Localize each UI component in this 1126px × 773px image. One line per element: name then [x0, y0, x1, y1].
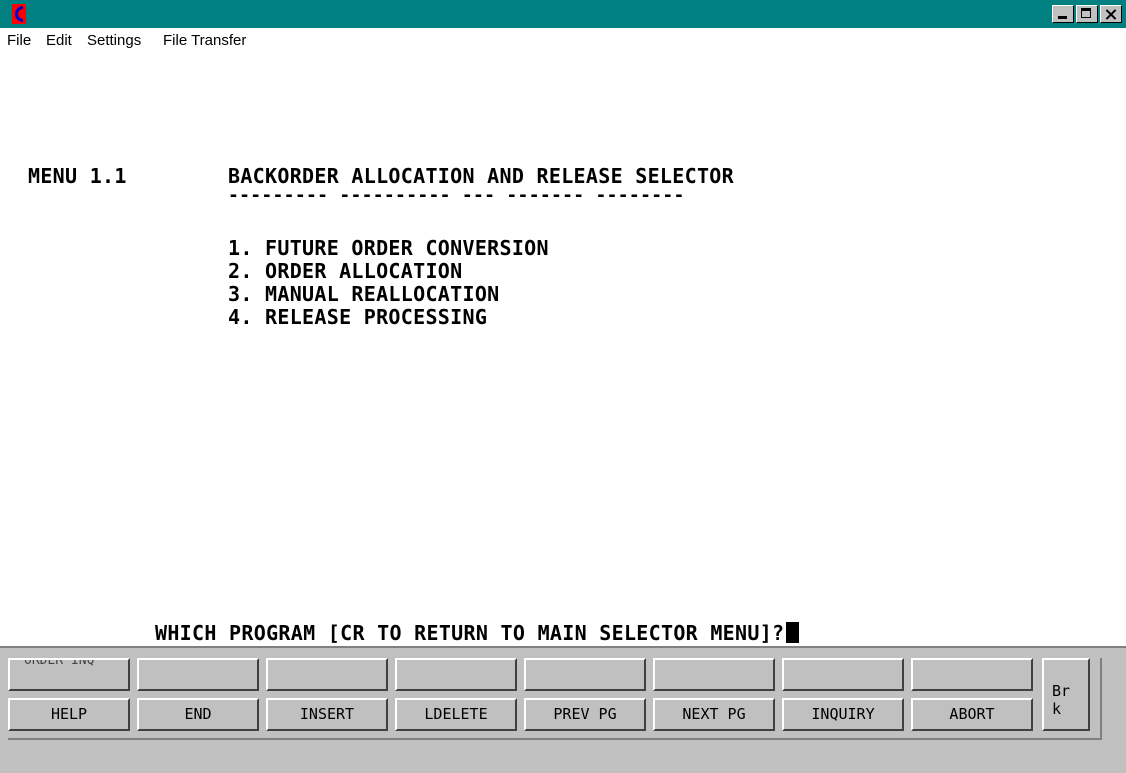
- fkey-blank-5[interactable]: [524, 658, 646, 691]
- menu-bar: File Edit Settings File Transfer: [0, 28, 1126, 62]
- fkey-help[interactable]: HELP: [8, 698, 130, 731]
- fkey-break[interactable]: Br k: [1042, 658, 1090, 731]
- menu-id: MENU 1.1: [28, 164, 127, 188]
- title-underline: --------- ---------- --- ------- -------…: [228, 185, 685, 206]
- menu-edit[interactable]: Edit: [46, 32, 72, 49]
- fkey-inquiry[interactable]: INQUIRY: [782, 698, 904, 731]
- app-icon: [12, 4, 26, 24]
- function-key-panel: ORDER INQ HELP END INSERT LDELETE PREV P…: [0, 646, 1126, 773]
- maximize-button[interactable]: [1076, 5, 1098, 23]
- fkey-order-inq-label: ORDER INQ: [24, 658, 95, 668]
- minimize-button[interactable]: [1052, 5, 1074, 23]
- option-order-allocation: 2. ORDER ALLOCATION: [228, 259, 463, 283]
- fkey-end[interactable]: END: [137, 698, 259, 731]
- fkey-blank-7[interactable]: [782, 658, 904, 691]
- option-manual-reallocation: 3. MANUAL REALLOCATION: [228, 282, 500, 306]
- fkey-abort[interactable]: ABORT: [911, 698, 1033, 731]
- fkey-order-inq[interactable]: ORDER INQ: [8, 658, 130, 691]
- close-button[interactable]: [1100, 5, 1122, 23]
- option-release-processing: 4. RELEASE PROCESSING: [228, 305, 488, 329]
- fkey-next-pg[interactable]: NEXT PG: [653, 698, 775, 731]
- option-future-order-conversion: 1. FUTURE ORDER CONVERSION: [228, 236, 549, 260]
- menu-settings[interactable]: Settings: [87, 32, 141, 49]
- fkey-blank-8[interactable]: [911, 658, 1033, 691]
- program-prompt: WHICH PROGRAM [CR TO RETURN TO MAIN SELE…: [155, 621, 800, 645]
- prompt-text: WHICH PROGRAM [CR TO RETURN TO MAIN SELE…: [155, 621, 785, 645]
- fkey-insert[interactable]: INSERT: [266, 698, 388, 731]
- terminal-screen[interactable]: MENU 1.1 BACKORDER ALLOCATION AND RELEAS…: [0, 62, 1126, 646]
- fkey-blank-6[interactable]: [653, 658, 775, 691]
- title-bar: [0, 0, 1126, 28]
- menu-title: BACKORDER ALLOCATION AND RELEASE SELECTO…: [228, 164, 734, 188]
- menu-file[interactable]: File: [7, 32, 31, 49]
- fkey-blank-3[interactable]: [266, 658, 388, 691]
- fkey-prev-pg[interactable]: PREV PG: [524, 698, 646, 731]
- fkey-ldelete[interactable]: LDELETE: [395, 698, 517, 731]
- fkey-blank-4[interactable]: [395, 658, 517, 691]
- input-cursor[interactable]: [786, 622, 800, 643]
- menu-file-transfer[interactable]: File Transfer: [163, 32, 246, 49]
- fkey-blank-2[interactable]: [137, 658, 259, 691]
